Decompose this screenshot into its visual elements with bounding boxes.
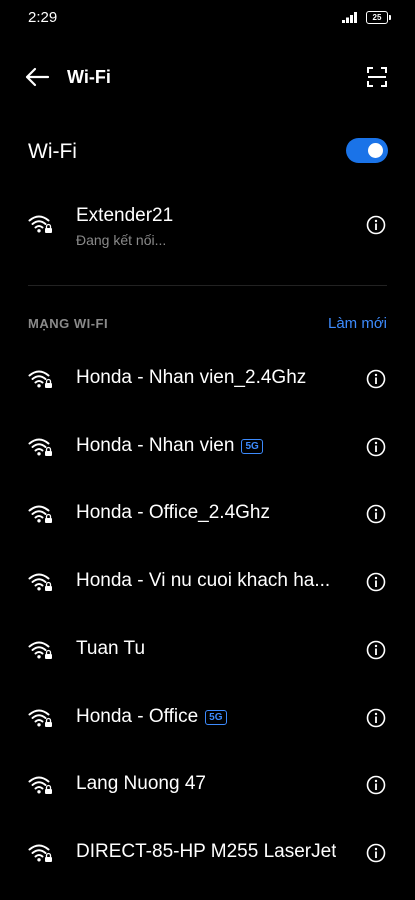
info-icon[interactable] xyxy=(366,640,386,660)
network-ssid: Honda - Nhan vien 5G xyxy=(76,435,263,457)
wifi-locked-icon xyxy=(28,776,52,795)
wifi-locked-icon xyxy=(28,709,52,727)
wifi-locked-icon xyxy=(28,641,52,659)
refresh-link[interactable]: Làm mới xyxy=(328,315,387,332)
network-item[interactable]: Honda - Office 5G xyxy=(0,686,415,752)
network-item[interactable]: Honda - Office_2.4Ghz xyxy=(0,482,415,548)
network-ssid-text: Lang Nuong 47 xyxy=(76,773,206,795)
divider xyxy=(28,285,387,286)
network-ssid-text: Honda - Nhan vien_2.4Ghz xyxy=(76,367,307,388)
section-title: MẠNG WI-FI xyxy=(28,316,109,331)
network-item[interactable]: Lang Nuong 47 xyxy=(0,753,415,819)
connected-network[interactable]: Extender21 Đang kết nối... xyxy=(0,190,415,262)
wifi-locked-icon xyxy=(28,505,52,524)
battery-tip xyxy=(389,15,391,20)
network-item[interactable]: Honda - Nhan vien 5G xyxy=(0,415,415,481)
network-ssid: Honda - Office 5G xyxy=(76,706,227,728)
app-header: Wi-Fi xyxy=(0,50,415,104)
5g-badge: 5G xyxy=(241,438,263,454)
toggle-knob xyxy=(368,143,383,158)
network-item[interactable]: Tuan Tu xyxy=(0,618,415,684)
info-icon[interactable] xyxy=(366,215,386,235)
network-ssid: Honda - Office_2.4Ghz xyxy=(76,502,270,524)
wifi-locked-icon xyxy=(28,438,52,456)
network-ssid-text: Honda - Nhan vien xyxy=(76,434,235,456)
connection-status: Đang kết nối... xyxy=(76,232,167,248)
wifi-toggle-label: Wi-Fi xyxy=(28,140,77,163)
info-icon[interactable] xyxy=(366,708,386,728)
wifi-toggle-switch[interactable] xyxy=(346,138,388,163)
network-ssid-text: Tuan Tu xyxy=(76,637,146,659)
signal-icon xyxy=(342,12,357,23)
status-bar: 2:29 25 xyxy=(0,0,415,38)
network-ssid-text: Honda - Office_2.4Ghz xyxy=(76,502,270,524)
arrow-left-icon[interactable] xyxy=(24,66,50,88)
battery-level: 25 xyxy=(372,13,382,22)
wifi-locked-icon xyxy=(28,573,52,592)
status-time: 2:29 xyxy=(28,9,58,26)
5g-badge: 5G xyxy=(205,709,227,725)
page-title: Wi-Fi xyxy=(67,67,111,87)
network-ssid: Honda - Vi nu cuoi khach ha... xyxy=(76,570,330,592)
info-icon[interactable] xyxy=(366,843,386,863)
battery-icon: 25 xyxy=(366,11,388,24)
network-item[interactable]: Honda - Vi nu cuoi khach ha... xyxy=(0,550,415,616)
qr-scan-icon[interactable] xyxy=(366,66,388,88)
wifi-locked-icon xyxy=(28,844,52,862)
info-icon[interactable] xyxy=(366,775,386,795)
network-ssid-text: Honda - Office xyxy=(76,705,199,727)
wifi-toggle-row: Wi-Fi xyxy=(0,126,415,178)
network-ssid: DIRECT-85-HP M255 LaserJet xyxy=(76,841,336,863)
info-icon[interactable] xyxy=(366,572,386,592)
connected-ssid: Extender21 xyxy=(76,205,174,226)
network-item[interactable]: Honda - Nhan vien_2.4Ghz xyxy=(0,347,415,413)
networks-section-header: MẠNG WI-FI Làm mới xyxy=(0,310,415,338)
network-ssid: Tuan Tu xyxy=(76,638,145,660)
info-icon[interactable] xyxy=(366,369,386,389)
wifi-locked-icon xyxy=(28,370,52,388)
info-icon[interactable] xyxy=(366,437,386,457)
wifi-locked-icon xyxy=(28,215,52,233)
network-item[interactable]: DIRECT-85-HP M255 LaserJet xyxy=(0,821,415,887)
network-ssid: Lang Nuong 47 xyxy=(76,773,206,795)
network-ssid: Honda - Nhan vien_2.4Ghz xyxy=(76,367,306,389)
network-ssid-text: DIRECT-85-HP M255 LaserJet xyxy=(76,840,337,862)
network-ssid-text: Honda - Vi nu cuoi khach ha... xyxy=(76,570,331,592)
info-icon[interactable] xyxy=(366,504,386,524)
